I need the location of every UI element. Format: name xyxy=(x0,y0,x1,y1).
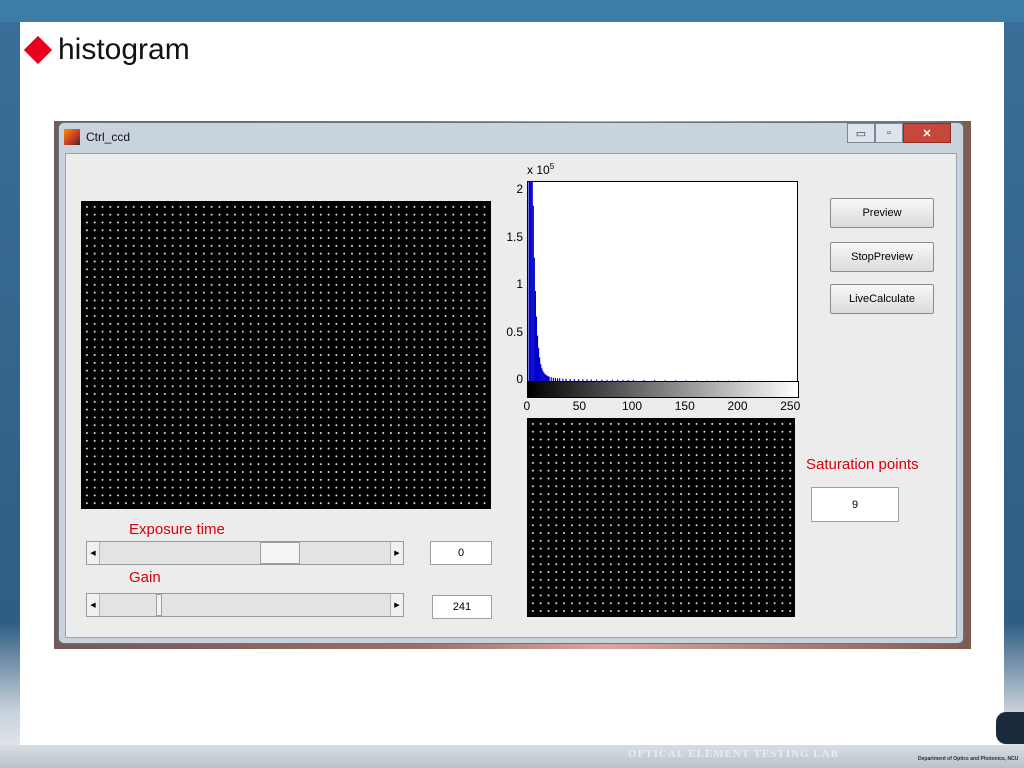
histogram-bar xyxy=(531,182,533,381)
stop-preview-button[interactable]: StopPreview xyxy=(830,242,934,272)
histogram-bar xyxy=(543,372,545,381)
university-logo-icon xyxy=(996,712,1024,744)
histogram-bar xyxy=(541,367,543,381)
saturation-value: 9 xyxy=(811,487,899,522)
gain-left-arrow-icon[interactable]: ◀ xyxy=(87,594,100,616)
histogram-bar xyxy=(528,182,530,381)
x-tick-label: 50 xyxy=(572,399,587,413)
gain-right-arrow-icon[interactable]: ▶ xyxy=(390,594,403,616)
histogram-bar xyxy=(539,357,541,381)
grayscale-colorbar xyxy=(527,381,799,398)
minimize-icon[interactable]: ▭ xyxy=(847,123,875,143)
footer-lab-name: OPTICAL ELEMENT TESTING LAB xyxy=(628,748,839,760)
exposure-label: Exposure time xyxy=(129,521,225,538)
histogram-bar xyxy=(529,182,531,381)
histogram-axes xyxy=(527,181,798,382)
live-calculate-button[interactable]: LiveCalculate xyxy=(830,284,934,314)
histogram-y-multiplier: x 105 xyxy=(527,162,555,177)
y-tick-label: 1 xyxy=(516,277,523,292)
window-caption-buttons: ▭ ▫ ✕ xyxy=(847,123,951,145)
exposure-right-arrow-icon[interactable]: ▶ xyxy=(390,542,403,564)
gain-label: Gain xyxy=(129,569,161,586)
histogram-bar xyxy=(542,370,544,381)
histogram-bar xyxy=(537,347,540,381)
y-tick-label: 0.5 xyxy=(506,324,523,339)
x-tick-label: 200 xyxy=(727,399,748,413)
ccd-preview-image xyxy=(81,201,491,509)
slide-title-text: histogram xyxy=(58,33,190,66)
diamond-bullet-icon xyxy=(23,35,53,65)
gain-value-field[interactable]: 241 xyxy=(432,595,492,619)
close-icon[interactable]: ✕ xyxy=(903,123,951,143)
gain-slider-thumb[interactable] xyxy=(156,594,163,616)
gain-slider[interactable]: ◀ ▶ xyxy=(86,593,404,617)
window-title: Ctrl_ccd xyxy=(86,130,131,144)
saturation-image xyxy=(527,418,795,617)
slide-top-bar xyxy=(0,0,1024,22)
matlab-icon xyxy=(64,129,80,145)
x-tick-label: 150 xyxy=(674,399,695,413)
exposure-slider-thumb[interactable] xyxy=(260,542,301,564)
maximize-icon[interactable]: ▫ xyxy=(875,123,903,143)
y-tick-label: 1.5 xyxy=(506,229,523,244)
histogram-bar xyxy=(530,182,532,381)
histogram-bar xyxy=(532,205,534,381)
y-tick-label: 0 xyxy=(516,372,523,386)
preview-button[interactable]: Preview xyxy=(830,198,934,228)
histogram-bar xyxy=(533,257,535,381)
slide-title: histogram xyxy=(23,30,190,70)
x-tick-label: 100 xyxy=(621,399,643,413)
x-tick-label: 250 xyxy=(780,399,801,413)
exposure-value-field[interactable]: 0 xyxy=(430,541,492,565)
histogram-bar xyxy=(535,316,538,381)
exposure-slider[interactable]: ◀ ▶ xyxy=(86,541,404,565)
histogram-bar xyxy=(544,373,546,381)
footer-dept-name: Department of Optics and Photonics, NCU xyxy=(918,756,1019,762)
saturation-label: Saturation points xyxy=(806,456,919,473)
slide-footer xyxy=(0,745,1024,768)
x-tick-label: 0 xyxy=(523,399,531,413)
histogram-bar xyxy=(534,290,536,381)
y-tick-label: 2 xyxy=(516,182,523,197)
histogram-plot xyxy=(528,182,793,381)
histogram-bar xyxy=(536,335,539,381)
exposure-left-arrow-icon[interactable]: ◀ xyxy=(87,542,100,564)
histogram-bar xyxy=(540,363,542,381)
